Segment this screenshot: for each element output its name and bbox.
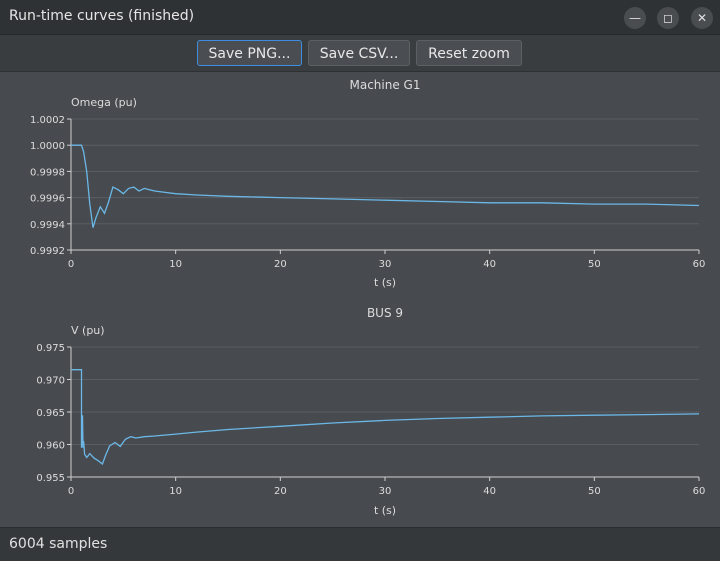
chart-title: Machine G1 bbox=[350, 78, 421, 92]
curves-window: Run-time curves (finished) — ◻ ✕ Save PN… bbox=[0, 0, 720, 561]
y-tick-label: 0.955 bbox=[36, 473, 65, 484]
save-csv-button[interactable]: Save CSV... bbox=[308, 40, 410, 66]
y-tick-label: 0.970 bbox=[36, 376, 65, 387]
y-tick-label: 0.9992 bbox=[30, 246, 65, 257]
status-bar: 6004 samples bbox=[0, 527, 720, 561]
x-tick-label: 20 bbox=[274, 259, 287, 270]
y-tick-label: 1.0002 bbox=[30, 115, 65, 126]
title-bar[interactable]: Run-time curves (finished) — ◻ ✕ bbox=[0, 0, 720, 35]
x-tick-label: 30 bbox=[379, 259, 392, 270]
x-tick-label: 10 bbox=[169, 486, 182, 497]
save-png-button[interactable]: Save PNG... bbox=[197, 40, 302, 66]
y-tick-label: 0.965 bbox=[36, 408, 65, 419]
x-tick-label: 10 bbox=[169, 259, 182, 270]
y-axis-label: V (pu) bbox=[71, 324, 105, 337]
x-axis-label: t (s) bbox=[374, 504, 396, 517]
x-tick-label: 20 bbox=[274, 486, 287, 497]
x-tick-label: 0 bbox=[68, 486, 74, 497]
charts-canvas[interactable]: Machine G1 Omega (pu) t (s) 0.9992 0.9994 0.9… bbox=[0, 72, 720, 527]
x-tick-label: 40 bbox=[483, 486, 496, 497]
x-tick-label: 60 bbox=[693, 486, 706, 497]
maximize-icon[interactable]: ◻ bbox=[657, 7, 679, 29]
x-tick-label: 0 bbox=[68, 259, 74, 270]
sample-count: 6004 samples bbox=[9, 536, 108, 552]
y-tick-label: 0.975 bbox=[36, 343, 65, 354]
y-tick-label: 1.0000 bbox=[30, 141, 65, 152]
y-axis-label: Omega (pu) bbox=[71, 96, 137, 109]
y-tick-label: 0.9998 bbox=[30, 167, 65, 178]
y-tick-label: 0.9996 bbox=[30, 194, 65, 205]
x-tick-label: 40 bbox=[483, 259, 496, 270]
x-tick-label: 50 bbox=[588, 259, 601, 270]
series-line[interactable] bbox=[71, 369, 700, 466]
series-line[interactable] bbox=[71, 144, 700, 228]
close-icon[interactable]: ✕ bbox=[691, 7, 713, 29]
minimize-icon[interactable]: — bbox=[624, 7, 646, 29]
reset-zoom-button[interactable]: Reset zoom bbox=[416, 40, 522, 66]
x-tick-label: 60 bbox=[693, 259, 706, 270]
y-tick-label: 0.960 bbox=[36, 441, 65, 452]
window-title: Run-time curves (finished) bbox=[9, 8, 195, 24]
x-tick-label: 50 bbox=[588, 486, 601, 497]
plot-area: Machine G1 Omega (pu) t (s) 0.9992 0.9994 0.9… bbox=[0, 72, 720, 527]
chart-title: BUS 9 bbox=[367, 306, 403, 320]
x-axis-label: t (s) bbox=[374, 276, 396, 289]
y-tick-label: 0.9994 bbox=[30, 220, 65, 231]
toolbar: Save PNG... Save CSV... Reset zoom bbox=[0, 35, 720, 72]
x-tick-label: 30 bbox=[379, 486, 392, 497]
